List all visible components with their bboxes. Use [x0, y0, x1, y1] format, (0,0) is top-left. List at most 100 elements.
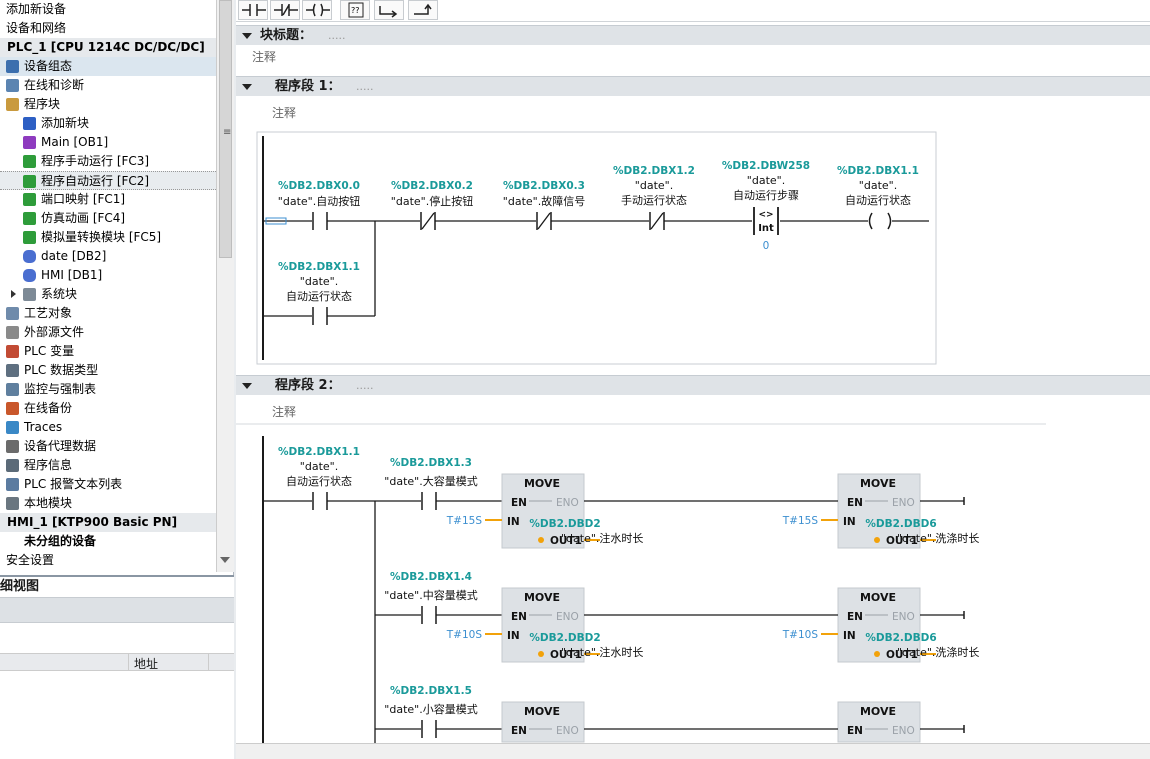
fc-icon: [23, 175, 36, 188]
tree-item-label: 外部源文件: [24, 325, 85, 339]
tree-item-label: 添加新块: [41, 116, 90, 130]
move-out-operand: "date".洗涤时长: [897, 531, 979, 545]
tree-item[interactable]: Traces: [0, 418, 216, 437]
tree-item[interactable]: 监控与强制表: [0, 380, 216, 399]
tree-item[interactable]: 本地模块: [0, 494, 216, 513]
tree-item-label: HMI_1 [KTP900 Basic PN]: [7, 515, 178, 529]
tree-item[interactable]: PLC 数据类型: [0, 361, 216, 380]
ladder-label: "date".自动按钮: [278, 194, 360, 208]
operand-address: %DB2.DBX0.3: [503, 180, 585, 192]
scrollbar-thumb[interactable]: ≡: [219, 0, 232, 258]
detail-view-toolbar: [0, 597, 234, 623]
tree-item[interactable]: 程序手动运行 [FC3]: [0, 152, 216, 171]
operand-address: %DB2.DBX1.1: [837, 165, 919, 177]
tree-item[interactable]: PLC 报警文本列表: [0, 475, 216, 494]
tree-item[interactable]: 安全设置: [0, 551, 216, 570]
tree-item-label: 本地模块: [24, 496, 73, 510]
tree-item-label: 系统块: [41, 287, 78, 301]
detail-view-title: 细视图: [0, 577, 234, 597]
tree-item[interactable]: PLC_1 [CPU 1214C DC/DC/DC]: [0, 38, 216, 57]
tree-item-label: 设备组态: [24, 59, 73, 73]
fc-icon: [23, 212, 36, 225]
tree-item-label: PLC_1 [CPU 1214C DC/DC/DC]: [7, 40, 205, 54]
detail-view: 细视图 地址: [0, 575, 234, 759]
ob-icon: [23, 136, 36, 149]
move-en-label: EN: [847, 725, 863, 737]
move-eno-label: ENO: [892, 611, 915, 623]
tree-item[interactable]: date [DB2]: [0, 247, 216, 266]
fc-icon: [23, 231, 36, 244]
move-box-title: MOVE: [860, 705, 896, 718]
fc-icon: [23, 193, 36, 206]
operand-address: %DB2.DBX1.5: [390, 685, 472, 697]
tree-item[interactable]: Main [OB1]: [0, 133, 216, 152]
tree-item-label: PLC 数据类型: [24, 363, 99, 377]
move-en-label: EN: [511, 725, 527, 737]
tree-item[interactable]: 模拟量转换模块 [FC5]: [0, 228, 216, 247]
tree-item-label: 程序信息: [24, 458, 73, 472]
tree-item-label: 在线和诊断: [24, 78, 85, 92]
compare-value: 0: [763, 240, 770, 252]
horizontal-scrollbar[interactable]: [236, 743, 1150, 759]
backup-icon: [6, 402, 19, 415]
move-box-title: MOVE: [524, 477, 560, 490]
move-box-title: MOVE: [860, 477, 896, 490]
detail-table-header: 地址: [0, 653, 234, 671]
operand-address: %DB2.DBX1.1: [278, 446, 360, 458]
tree-item-label: 未分组的设备: [24, 534, 97, 548]
tree-item[interactable]: 设备和网络: [0, 19, 216, 38]
project-tree: 添加新设备设备和网络 PLC_1 [CPU 1214C DC/DC/DC] 设备组态…: [0, 0, 216, 572]
tree-item[interactable]: 程序信息: [0, 456, 216, 475]
tree-item[interactable]: 外部源文件: [0, 323, 216, 342]
tree-item[interactable]: 端口映射 [FC1]: [0, 190, 216, 209]
tree-item[interactable]: PLC 变量: [0, 342, 216, 361]
tree-item-label: 端口映射 [FC1]: [41, 192, 126, 206]
tree-item[interactable]: 设备组态: [0, 57, 216, 76]
tree-item-label: Traces: [24, 420, 63, 434]
ladder-label: "date".停止按钮: [391, 194, 473, 208]
ladder-diagram: <> Int 0 %DB2.DBX0.0 "date".自动按钮 %DB2.DBX0.2 "…: [236, 131, 1046, 743]
db-icon: [23, 269, 36, 282]
ladder-label: "date".小容量模式: [384, 702, 477, 716]
tree-item-label: date [DB2]: [41, 249, 107, 263]
tree-item-label: 程序自动运行 [FC2]: [41, 174, 150, 188]
operand-address: %DB2.DBX1.1: [278, 261, 360, 273]
tree-item[interactable]: 未分组的设备: [0, 532, 216, 551]
tree-item[interactable]: 程序块: [0, 95, 216, 114]
move-out-operand: "date".注水时长: [561, 645, 643, 659]
move-out-operand: "date".洗涤时长: [897, 645, 979, 659]
column-address[interactable]: 地址: [134, 655, 158, 672]
expand-arrow-icon[interactable]: [11, 290, 16, 298]
grip-icon: ≡: [223, 127, 232, 138]
tree-item-label: 添加新设备: [6, 2, 67, 16]
alarm-text-icon: [6, 478, 19, 491]
tree-item[interactable]: HMI [DB1]: [0, 266, 216, 285]
ladder-label: "date".故障信号: [503, 194, 585, 208]
tree-item-label: 仿真动画 [FC4]: [41, 211, 126, 225]
move-in-value: T#10S: [782, 629, 819, 641]
tree-item[interactable]: 设备代理数据: [0, 437, 216, 456]
tree-item[interactable]: 工艺对象: [0, 304, 216, 323]
tree-item[interactable]: 在线备份: [0, 399, 216, 418]
move-box-title: MOVE: [524, 705, 560, 718]
ladder-label: "date".: [747, 174, 785, 187]
tree-item[interactable]: 系统块: [0, 285, 216, 304]
move-in-value: T#15S: [782, 515, 819, 527]
move-in-label: IN: [843, 630, 856, 642]
tree-scrollbar[interactable]: ≡: [216, 0, 234, 572]
tree-item[interactable]: 仿真动画 [FC4]: [0, 209, 216, 228]
tree-item-label: HMI [DB1]: [41, 268, 103, 282]
operand-address: %DB2.DBX1.2: [613, 165, 695, 177]
tree-item[interactable]: 程序自动运行 [FC2]: [0, 171, 216, 190]
contact-nc: [650, 212, 664, 230]
move-en-label: EN: [511, 611, 527, 623]
device-config-icon: [6, 60, 19, 73]
operand-address: %DB2.DBD6: [865, 518, 936, 530]
tree-item[interactable]: HMI_1 [KTP900 Basic PN]: [0, 513, 216, 532]
add-block-icon: [23, 117, 36, 130]
tree-item[interactable]: 添加新设备: [0, 0, 216, 19]
scroll-down-icon[interactable]: [220, 557, 230, 563]
tree-item[interactable]: 在线和诊断: [0, 76, 216, 95]
tree-item[interactable]: 添加新块: [0, 114, 216, 133]
move-box-title: MOVE: [524, 591, 560, 604]
